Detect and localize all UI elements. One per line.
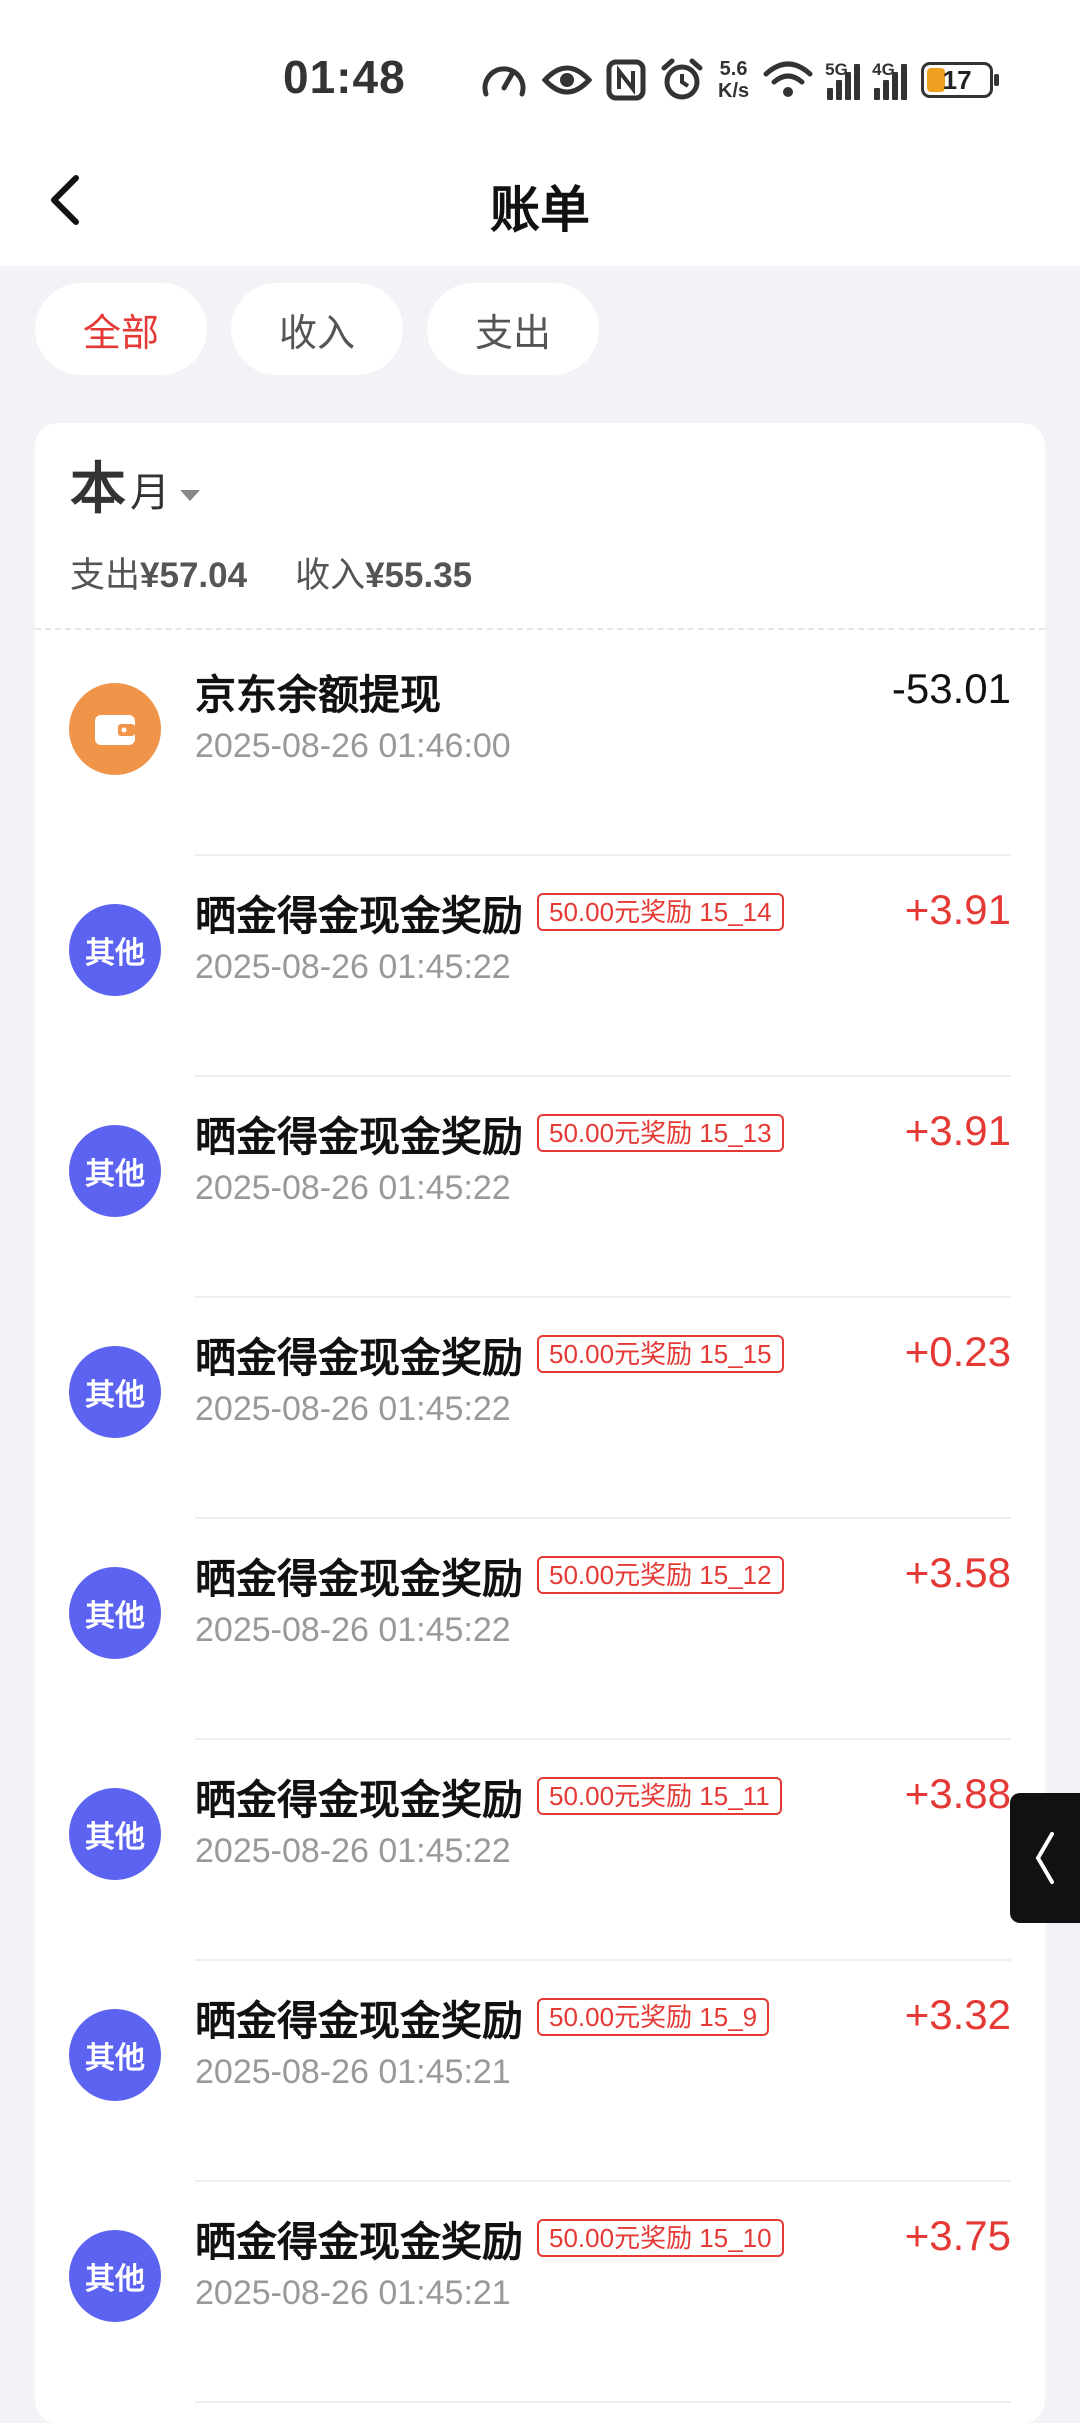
transaction-title: 晒金得金现金奖励 — [195, 1556, 523, 1602]
transaction-title-line: 晒金得金现金奖励 50.00元奖励 15_13 — [195, 1103, 784, 1163]
transaction-amount: +0.23 — [904, 1328, 1011, 1375]
transaction-title: 晒金得金现金奖励 — [195, 1777, 523, 1823]
transaction-row[interactable]: 其他 晒金得金现金奖励 50.00元奖励 15_9 2025-08-26 01:45:… — [35, 1961, 1045, 2182]
transaction-title: 京东余额提现 — [195, 672, 441, 718]
transaction-row[interactable]: 其他 晒金得金现金奖励 50.00元奖励 15_12 2025-08-26 01:45… — [35, 1519, 1045, 1740]
row-separator — [195, 2401, 1011, 2403]
other-icon: 其他 — [69, 2230, 161, 2322]
nav-bar: 账单 — [0, 150, 1080, 266]
transaction-amount: +3.58 — [904, 1549, 1011, 1596]
speedometer-icon — [480, 58, 528, 102]
transaction-row[interactable]: 京东余额提现 2025-08-26 01:46:00 -53.01 — [35, 635, 1045, 856]
other-icon: 其他 — [69, 1788, 161, 1880]
filter-all[interactable]: 全部 — [35, 283, 207, 375]
transaction-tag: 50.00元奖励 15_9 — [537, 1998, 770, 2036]
other-icon: 其他 — [69, 2009, 161, 2101]
bill-card: 本 月 支出¥57.04 收入¥55.35 京东余额提现 2025-08-26 0… — [35, 423, 1045, 2423]
transaction-title: 晒金得金现金奖励 — [195, 1114, 523, 1160]
transaction-title-line: 晒金得金现金奖励 50.00元奖励 15_15 — [195, 1324, 784, 1384]
transaction-date: 2025-08-26 01:45:22 — [195, 1169, 511, 1207]
transaction-title: 晒金得金现金奖励 — [195, 1998, 523, 2044]
alarm-icon — [660, 58, 704, 102]
transaction-amount: -53.01 — [891, 665, 1011, 712]
transaction-row[interactable]: 其他 晒金得金现金奖励 50.00元奖励 15_15 2025-08-26 01:45… — [35, 1298, 1045, 1519]
divider — [35, 628, 1045, 630]
transaction-date: 2025-08-26 01:45:21 — [195, 2274, 511, 2312]
net-speed: 5.6 K/s — [718, 58, 750, 102]
period-summary: 支出¥57.04 收入¥55.35 — [70, 547, 472, 598]
signal-5g-icon: 5G — [825, 60, 861, 100]
other-icon: 其他 — [69, 1125, 161, 1217]
eye-icon — [542, 60, 592, 100]
period-selector[interactable]: 本 月 — [70, 459, 200, 519]
transaction-title-line: 晒金得金现金奖励 50.00元奖励 15_14 — [195, 882, 784, 942]
transaction-date: 2025-08-26 01:45:22 — [195, 1611, 511, 1649]
page-title: 账单 — [490, 182, 590, 238]
transaction-row[interactable]: 其他 晒金得金现金奖励 50.00元奖励 15_10 2025-08-26 01:45… — [35, 2182, 1045, 2403]
signal-4g-icon: 4G — [872, 60, 908, 100]
transaction-date: 2025-08-26 01:45:21 — [195, 2053, 511, 2091]
transaction-tag: 50.00元奖励 15_15 — [537, 1335, 784, 1373]
transaction-date: 2025-08-26 01:45:22 — [195, 1390, 511, 1428]
transaction-title: 晒金得金现金奖励 — [195, 1335, 523, 1381]
transaction-title-line: 晒金得金现金奖励 50.00元奖励 15_10 — [195, 2208, 784, 2268]
filter-expense[interactable]: 支出 — [427, 283, 599, 375]
income-summary: 收入¥55.35 — [295, 556, 473, 595]
transaction-tag: 50.00元奖励 15_11 — [537, 1777, 782, 1815]
transaction-list: 京东余额提现 2025-08-26 01:46:00 -53.01 其他 晒金得金现金奖… — [35, 635, 1045, 2403]
wallet-icon — [69, 683, 161, 775]
transaction-tag: 50.00元奖励 15_14 — [537, 893, 784, 931]
other-icon: 其他 — [69, 1346, 161, 1438]
period-small: 月 — [130, 471, 170, 515]
transaction-date: 2025-08-26 01:46:00 — [195, 727, 511, 765]
caret-down-icon — [180, 490, 200, 501]
status-bar: 01:48 5.6 K/s 5G 4G 17 — [0, 0, 1080, 150]
transaction-title-line: 晒金得金现金奖励 50.00元奖励 15_12 — [195, 1545, 784, 1605]
transaction-tag: 50.00元奖励 15_12 — [537, 1556, 784, 1594]
transaction-date: 2025-08-26 01:45:22 — [195, 1832, 511, 1870]
transaction-amount: +3.75 — [904, 2212, 1011, 2259]
transaction-date: 2025-08-26 01:45:22 — [195, 948, 511, 986]
transaction-title: 晒金得金现金奖励 — [195, 2219, 523, 2265]
status-icons: 5.6 K/s 5G 4G 17 — [480, 52, 1000, 108]
transaction-row[interactable]: 其他 晒金得金现金奖励 50.00元奖励 15_13 2025-08-26 01:45… — [35, 1077, 1045, 1298]
transaction-amount: +3.32 — [904, 1991, 1011, 2038]
transaction-row[interactable]: 其他 晒金得金现金奖励 50.00元奖励 15_11 2025-08-26 01:45… — [35, 1740, 1045, 1961]
transaction-amount: +3.91 — [904, 886, 1011, 933]
transaction-amount: +3.91 — [904, 1107, 1011, 1154]
other-icon: 其他 — [69, 904, 161, 996]
transaction-amount: +3.88 — [904, 1770, 1011, 1817]
period-big: 本 — [70, 457, 126, 520]
wifi-icon — [763, 60, 813, 100]
transaction-title-line: 京东余额提现 — [195, 661, 441, 721]
filter-tabs: 全部 收入 支出 — [35, 283, 599, 375]
transaction-title-line: 晒金得金现金奖励 50.00元奖励 15_11 — [195, 1766, 782, 1826]
expense-summary: 支出¥57.04 — [70, 556, 248, 595]
transaction-title-line: 晒金得金现金奖励 50.00元奖励 15_9 — [195, 1987, 770, 2047]
nfc-icon — [606, 59, 646, 101]
chevron-left-icon — [1035, 1832, 1054, 1884]
transaction-tag: 50.00元奖励 15_13 — [537, 1114, 784, 1152]
battery-icon: 17 — [921, 62, 1000, 98]
other-icon: 其他 — [69, 1567, 161, 1659]
transaction-tag: 50.00元奖励 15_10 — [537, 2219, 784, 2257]
filter-income[interactable]: 收入 — [231, 283, 403, 375]
transaction-row[interactable]: 其他 晒金得金现金奖励 50.00元奖励 15_14 2025-08-26 01:45… — [35, 856, 1045, 1077]
side-panel-handle[interactable] — [1010, 1793, 1080, 1923]
status-time: 01:48 — [283, 51, 406, 103]
transaction-title: 晒金得金现金奖励 — [195, 893, 523, 939]
